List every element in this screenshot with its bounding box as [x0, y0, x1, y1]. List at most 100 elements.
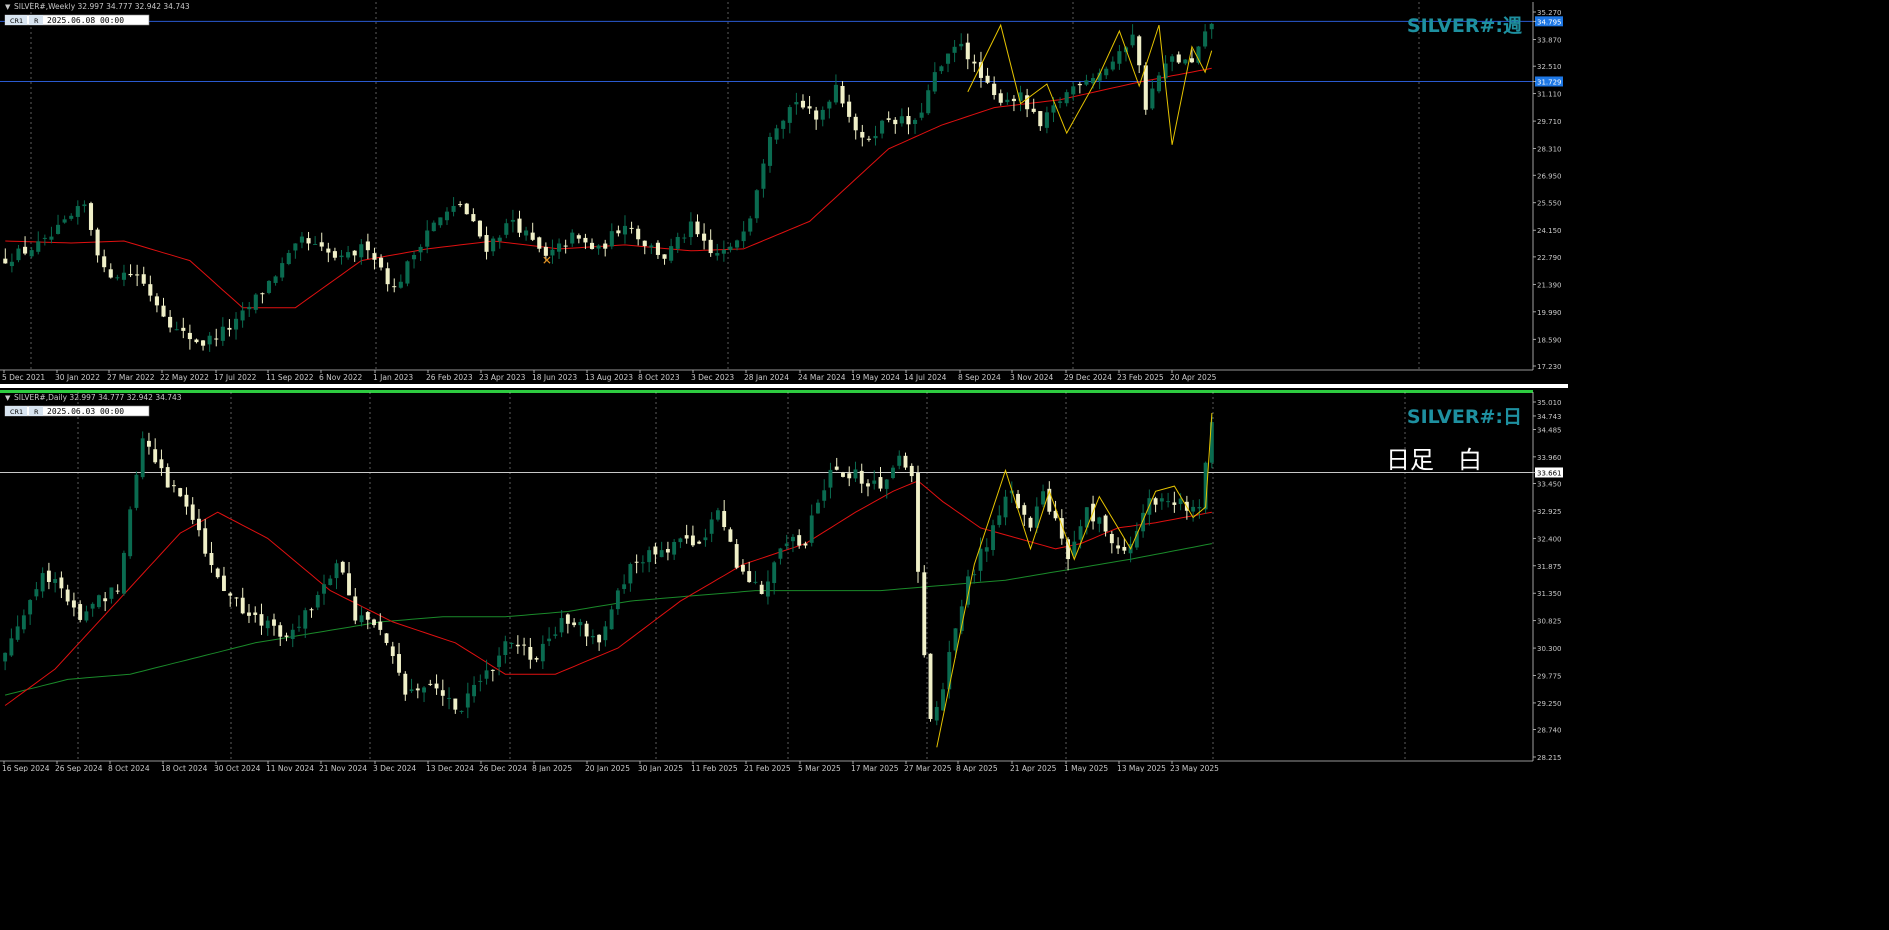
candle-body-65	[409, 689, 414, 692]
candle-body-134	[886, 118, 891, 120]
price-tick-label-12: 21.390	[1537, 281, 1562, 289]
candle-body-50	[332, 251, 337, 258]
candle-body-91	[603, 243, 608, 249]
candle-body-107	[672, 541, 677, 555]
candle-body-36	[240, 310, 245, 321]
candle-body-65	[431, 222, 436, 232]
candle-body-105	[659, 550, 664, 558]
candle-body-58	[365, 612, 370, 620]
candle-body-6	[40, 573, 45, 592]
candle-body-185	[1159, 498, 1164, 502]
candle-body-61	[405, 261, 410, 284]
candle-body-10	[65, 589, 70, 602]
candle-body-28	[187, 332, 192, 340]
candle-body-30	[190, 504, 195, 520]
candle-body-95	[597, 634, 602, 643]
candle-body-88	[553, 634, 558, 636]
candle-body-26	[165, 467, 170, 488]
candle-body-104	[653, 546, 658, 555]
candle-body-153	[1011, 98, 1016, 102]
candle-body-68	[451, 205, 456, 212]
candle-body-56	[353, 596, 358, 621]
cr1-button[interactable]: CR1	[10, 408, 23, 416]
candle-body-48	[303, 610, 308, 629]
r-button[interactable]: R	[34, 17, 39, 25]
weekly-toolbar[interactable]: CR1 R 2025.06.08 00:00	[4, 14, 150, 26]
candle-body-1	[9, 261, 14, 267]
price-tick-label-4: 33.661	[1537, 469, 1562, 477]
candle-body-40	[253, 612, 258, 615]
price-tick-label-9: 31.350	[1537, 590, 1562, 598]
candle-body-24	[161, 305, 166, 317]
cr1-button[interactable]: CR1	[10, 17, 23, 25]
time-tick-label-18: 8 Sep 2024	[958, 373, 1001, 382]
candle-body-171	[1072, 541, 1077, 556]
candle-body-5	[36, 241, 41, 252]
price-tick-label-10: 30.825	[1537, 618, 1562, 626]
candle-body-71	[471, 214, 476, 222]
candle-body-34	[227, 327, 232, 330]
candle-body-180	[1189, 58, 1194, 63]
time-tick-label-8: 13 Dec 2024	[426, 764, 474, 772]
price-tick-label-6: 29.710	[1537, 118, 1562, 126]
candle-body-73	[484, 234, 489, 252]
datetime-input[interactable]: 2025.06.03 00:00	[47, 407, 124, 416]
time-tick-label-16: 19 May 2024	[851, 373, 900, 382]
candle-body-136	[899, 116, 904, 124]
daily-chart-title: SILVER#:日	[1407, 406, 1522, 428]
candle-body-100	[628, 564, 633, 584]
candle-body-49	[326, 248, 331, 253]
candle-body-70	[464, 203, 469, 215]
candle-body-157	[984, 547, 989, 552]
price-tick-label-8: 31.875	[1537, 563, 1562, 571]
price-tick-label-15: 17.230	[1537, 363, 1562, 371]
candle-body-99	[655, 242, 660, 255]
candle-body-109	[721, 249, 726, 254]
candle-body-27	[181, 327, 186, 331]
collapse-arrow-icon[interactable]: ▼	[5, 3, 11, 11]
candle-body-31	[197, 518, 201, 531]
candle-body-111	[697, 541, 702, 544]
candle-body-107	[708, 239, 713, 254]
candle-body-30	[201, 340, 206, 346]
candle-body-149	[985, 75, 990, 83]
r-button[interactable]: R	[34, 408, 39, 416]
datetime-input[interactable]: 2025.06.08 00:00	[47, 16, 124, 25]
candle-body-93	[584, 623, 589, 637]
candle-body-86	[570, 232, 575, 244]
candle-body-67	[422, 687, 426, 693]
candle-body-150	[941, 689, 945, 711]
daily-toolbar[interactable]: CR1 R 2025.06.03 00:00	[4, 405, 150, 417]
price-tick-label-8: 26.950	[1537, 172, 1562, 180]
price-tick-label-15: 28.215	[1537, 754, 1562, 762]
candle-body-81	[509, 642, 514, 644]
candle-body-12	[78, 604, 83, 620]
candle-body-152	[1005, 99, 1010, 103]
candle-body-0	[3, 258, 8, 264]
candle-body-38	[240, 597, 245, 614]
time-tick-label-10: 8 Jan 2025	[532, 764, 572, 772]
candle-body-100	[662, 254, 667, 259]
time-tick-label-8: 26 Feb 2023	[426, 373, 473, 382]
candle-body-174	[1150, 88, 1155, 109]
candle-body-31	[207, 335, 212, 345]
candle-body-27	[172, 485, 176, 487]
candle-body-20	[135, 274, 140, 276]
candle-body-141	[884, 479, 889, 489]
candle-body-139	[872, 480, 877, 484]
candle-body-88	[583, 237, 588, 243]
candle-body-54	[340, 561, 345, 573]
candle-body-146	[965, 42, 970, 60]
candle-body-29	[184, 494, 189, 507]
candle-body-137	[906, 116, 911, 125]
candle-body-160	[1003, 496, 1008, 518]
candle-body-115	[761, 163, 766, 189]
time-tick-label-19: 3 Nov 2024	[1010, 373, 1053, 382]
candle-body-55	[365, 241, 370, 251]
collapse-arrow-icon[interactable]: ▼	[5, 394, 11, 402]
time-tick-label-4: 17 Jul 2022	[214, 373, 257, 382]
candle-body-51	[339, 255, 344, 258]
panel-divider[interactable]	[0, 384, 1568, 388]
trading-chart[interactable]: ✕ 35.27034.795 33.870 32.510 31.729 31.110 29…	[0, 0, 1568, 772]
candle-body-72	[477, 220, 482, 237]
